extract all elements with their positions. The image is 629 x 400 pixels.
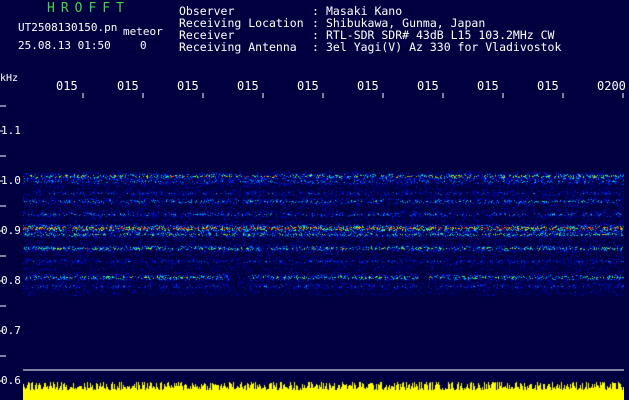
hrofft-screen: HROFFT UT2508130150.pn meteor 25.08.13 0… <box>0 0 629 400</box>
axis-ticks <box>0 93 624 382</box>
axes-frame <box>0 93 624 382</box>
